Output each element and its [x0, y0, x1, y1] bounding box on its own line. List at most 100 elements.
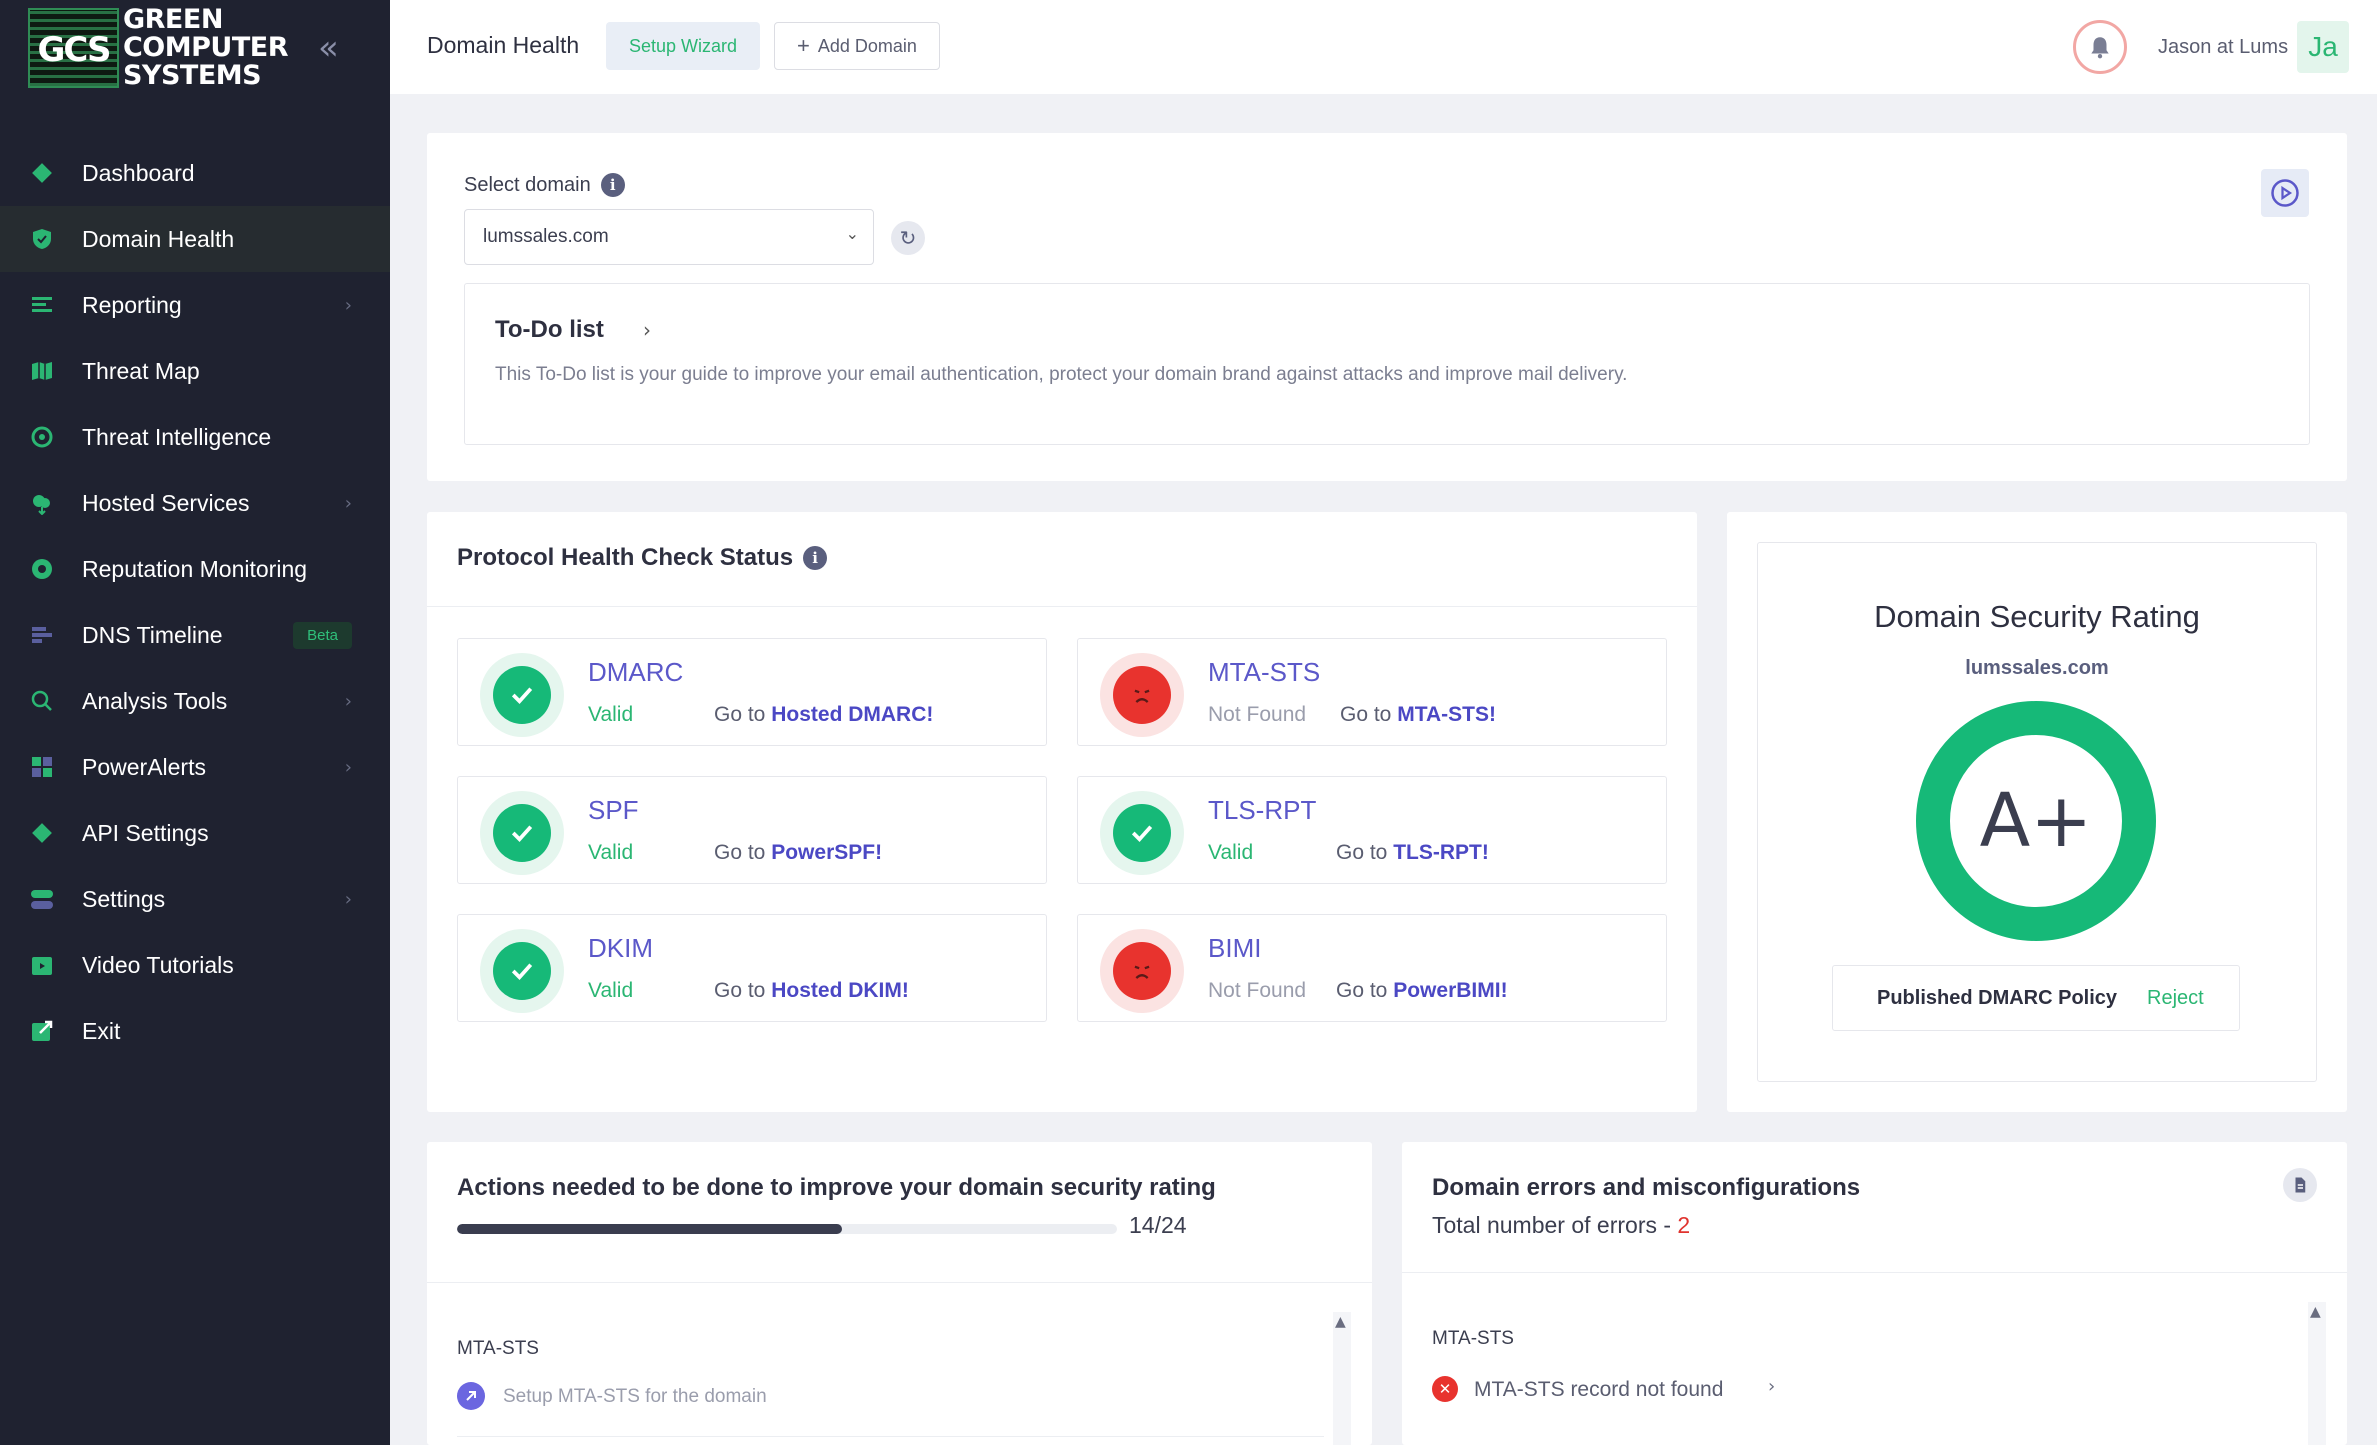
protocol-link-text[interactable]: PowerSPF! — [771, 841, 882, 864]
company-logo[interactable]: GCS GREEN COMPUTER SYSTEMS — [28, 4, 289, 91]
errors-total-label: Total number of errors - — [1432, 1212, 1678, 1238]
sidebar-item-label: Reputation Monitoring — [82, 555, 308, 582]
select-domain-text: Select domain — [464, 173, 591, 196]
check-icon — [480, 929, 564, 1013]
user-name[interactable]: Jason at Lums — [2158, 36, 2288, 59]
add-domain-button[interactable]: + Add Domain — [774, 22, 940, 70]
protocol-link[interactable]: Go to Hosted DKIM! — [714, 979, 909, 1003]
dmarc-policy-box: Published DMARC Policy Reject — [1832, 965, 2240, 1031]
protocol-status: Valid — [588, 841, 634, 864]
protocol-link[interactable]: Go to PowerSPF! — [714, 841, 882, 865]
collapse-sidebar-icon[interactable]: « — [318, 28, 339, 68]
logo-line-1: GREEN — [122, 4, 223, 35]
domain-select-card: Select domain i lumssales.com ⌄ ↻ To-Do … — [427, 133, 2347, 481]
protocol-link-text[interactable]: MTA-STS! — [1397, 703, 1496, 726]
sidebar-item-reputation-monitoring[interactable]: Reputation Monitoring — [0, 536, 390, 602]
protocol-link-text[interactable]: Hosted DKIM! — [771, 979, 909, 1002]
sidebar-item-video-tutorials[interactable]: Video Tutorials — [0, 932, 390, 998]
security-rating-card: Domain Security Rating lumssales.com A+ … — [1727, 512, 2347, 1112]
sidebar-item-exit[interactable]: Exit — [0, 998, 390, 1064]
sidebar-item-domain-health[interactable]: Domain Health — [0, 206, 390, 272]
info-icon[interactable]: i — [803, 546, 828, 570]
scroll-up-icon[interactable]: ▲ — [2310, 1304, 2321, 1320]
search-icon — [30, 689, 54, 713]
sidebar: GCS GREEN COMPUTER SYSTEMS « Dashboard D… — [0, 0, 390, 1445]
sidebar-item-analysis-tools[interactable]: Analysis Tools › — [0, 668, 390, 734]
protocol-link[interactable]: Go to Hosted DMARC! — [714, 703, 933, 727]
protocol-link-text[interactable]: TLS-RPT! — [1393, 841, 1489, 864]
sidebar-item-label: API Settings — [82, 819, 209, 846]
actions-section-title: MTA-STS — [457, 1338, 539, 1359]
action-item[interactable]: Setup MTA-STS for the domain — [503, 1386, 767, 1408]
chevron-right-icon[interactable]: › — [643, 318, 651, 342]
sidebar-item-threat-map[interactable]: Threat Map — [0, 338, 390, 404]
refresh-icon[interactable]: ↻ — [891, 221, 925, 255]
scroll-up-icon[interactable]: ▲ — [1335, 1314, 1346, 1330]
sidebar-item-reporting[interactable]: Reporting › — [0, 272, 390, 338]
notifications-bell-icon[interactable] — [2073, 20, 2127, 74]
sidebar-item-label: Threat Map — [82, 357, 200, 384]
protocol-link-text[interactable]: Hosted DMARC! — [771, 703, 933, 726]
protocol-status: Valid — [1208, 841, 1254, 864]
rating-title: Domain Security Rating — [1874, 599, 2200, 634]
setup-wizard-button[interactable]: Setup Wizard — [606, 22, 760, 70]
actions-title: Actions needed to be done to improve you… — [457, 1174, 1216, 1201]
document-icon[interactable] — [2283, 1168, 2317, 1202]
play-video-icon[interactable] — [2261, 169, 2309, 217]
goto-prefix: Go to — [1336, 979, 1388, 1002]
protocol-link-text[interactable]: PowerBIMI! — [1393, 979, 1507, 1002]
sidebar-item-api-settings[interactable]: API Settings — [0, 800, 390, 866]
sad-face-icon — [1100, 929, 1184, 1013]
actions-progress-bar — [457, 1224, 1117, 1234]
errors-card: Domain errors and misconfigurations Tota… — [1402, 1142, 2347, 1445]
protocol-bimi: BIMI Not Found Go to PowerBIMI! — [1077, 914, 1667, 1022]
sidebar-item-label: DNS Timeline — [82, 621, 223, 648]
actions-scrollbar[interactable] — [1333, 1312, 1351, 1445]
protocol-link[interactable]: Go to PowerBIMI! — [1336, 979, 1508, 1003]
domain-select[interactable]: lumssales.com ⌄ — [464, 209, 874, 265]
chevron-right-icon: › — [344, 888, 352, 910]
avatar[interactable]: Ja — [2297, 21, 2349, 73]
rating-domain: lumssales.com — [1965, 657, 2109, 679]
logo-mark: GCS — [28, 8, 119, 88]
info-icon[interactable]: i — [600, 173, 625, 197]
protocol-status: Not Found — [1208, 979, 1307, 1002]
protocol-name: DMARC — [588, 657, 684, 687]
cloud-icon — [30, 491, 54, 516]
chevron-right-icon[interactable]: › — [1768, 1376, 1775, 1397]
target-icon — [30, 425, 54, 449]
map-icon — [30, 359, 54, 383]
select-domain-label: Select domain i — [464, 173, 625, 197]
chevron-right-icon: › — [344, 294, 352, 316]
error-item[interactable]: MTA-STS record not found — [1474, 1378, 1723, 1402]
badge-icon — [30, 557, 54, 581]
progress-fill — [457, 1224, 842, 1234]
errors-total-count: 2 — [1677, 1212, 1691, 1238]
logo-line-3: SYSTEMS — [122, 60, 262, 91]
sidebar-item-dashboard[interactable]: Dashboard — [0, 140, 390, 206]
sidebar-item-settings[interactable]: Settings › — [0, 866, 390, 932]
todo-list-panel[interactable]: To-Do list › This To-Do list is your gui… — [464, 283, 2310, 445]
sidebar-nav: Dashboard Domain Health Reporting › Thre… — [0, 140, 390, 1064]
rating-ring: A+ — [1916, 701, 2156, 941]
sidebar-item-hosted-services[interactable]: Hosted Services › — [0, 470, 390, 536]
protocol-name: TLS-RPT — [1208, 795, 1317, 825]
errors-scrollbar[interactable] — [2308, 1302, 2326, 1445]
check-icon — [480, 791, 564, 875]
todo-title: To-Do list — [495, 316, 604, 343]
exit-icon — [30, 1019, 54, 1043]
goto-prefix: Go to — [1340, 703, 1392, 726]
protocol-status: Valid — [588, 703, 634, 726]
shield-check-icon — [30, 227, 54, 251]
sidebar-item-dns-timeline[interactable]: DNS Timeline Beta — [0, 602, 390, 668]
protocol-link[interactable]: Go to TLS-RPT! — [1336, 841, 1489, 865]
protocol-link[interactable]: Go to MTA-STS! — [1340, 703, 1496, 727]
protocol-name: MTA-STS — [1208, 657, 1321, 687]
actions-card: Actions needed to be done to improve you… — [427, 1142, 1372, 1445]
sidebar-item-poweralerts[interactable]: PowerAlerts › — [0, 734, 390, 800]
timeline-icon — [30, 623, 54, 647]
protocol-health-card: Protocol Health Check Status i DMARC Val… — [427, 512, 1697, 1112]
sidebar-item-threat-intelligence[interactable]: Threat Intelligence — [0, 404, 390, 470]
protocol-name: SPF — [588, 795, 639, 825]
protocol-health-title: Protocol Health Check Status i — [457, 544, 828, 572]
